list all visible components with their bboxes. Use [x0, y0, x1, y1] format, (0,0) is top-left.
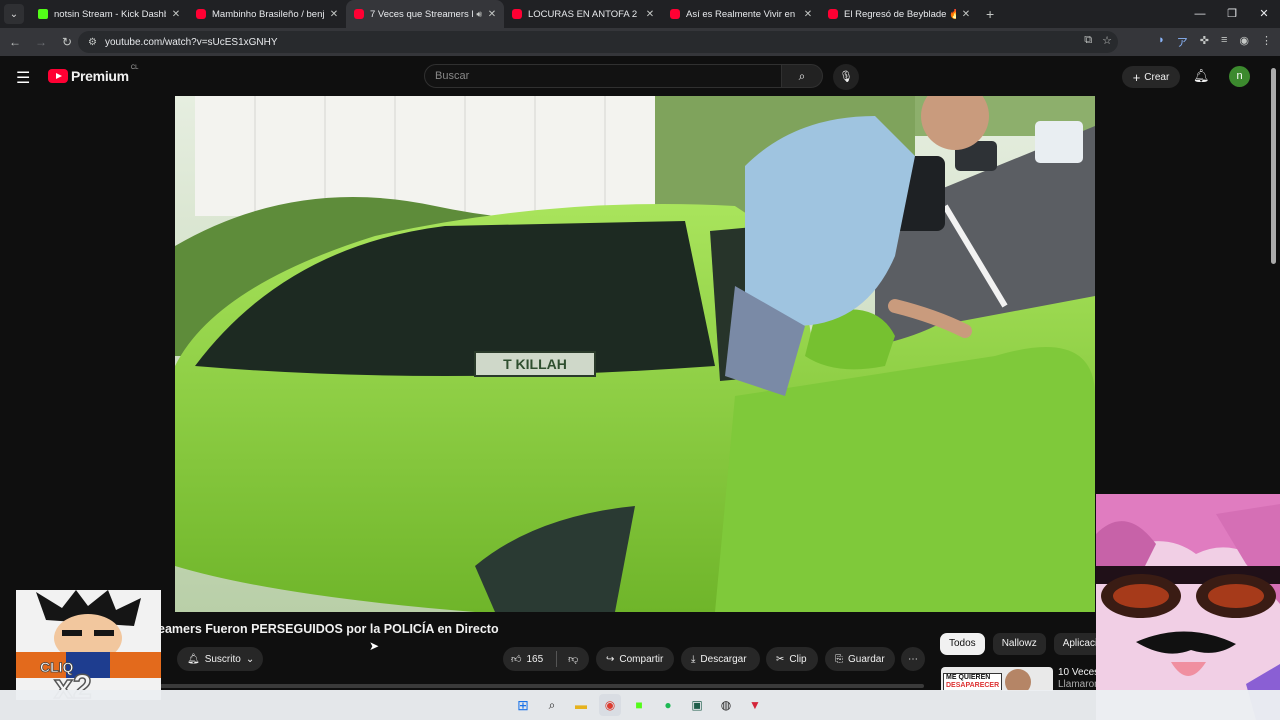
youtube-icon: [196, 9, 206, 19]
subscribed-button[interactable]: 🔔︎ Suscrito ⌄: [177, 647, 263, 671]
recommendation-chips: Todos Nallowz Aplicación: [940, 633, 1118, 655]
close-icon[interactable]: ✕: [802, 9, 814, 20]
mouse-cursor-icon: ➤: [369, 639, 380, 653]
tab-search-icon[interactable]: ⌄: [4, 4, 24, 24]
like-count: 165: [526, 653, 544, 665]
avatar[interactable]: n: [1229, 66, 1250, 87]
share-icon: ↪: [606, 653, 615, 665]
browser-tab[interactable]: Así es Realmente Vivir en Seúl ✕: [662, 0, 820, 28]
bookmark-star-icon[interactable]: ☆: [1102, 34, 1112, 47]
extensions-area: ◗ ア ✜ ≡ ◉ ⋮: [1158, 34, 1272, 50]
search-icon[interactable]: ⌕: [541, 694, 563, 716]
kebab-menu-icon[interactable]: ⋮: [1261, 34, 1272, 50]
kick-icon: [38, 9, 48, 19]
forward-icon[interactable]: →: [30, 35, 52, 49]
video-player[interactable]: T KILLAH: [175, 96, 1095, 612]
windows-start-icon[interactable]: ⊞: [512, 694, 534, 716]
valorant-icon[interactable]: ▼: [744, 694, 766, 716]
window-controls: — ❐ ✕: [1184, 0, 1280, 28]
more-actions-icon[interactable]: ⋯: [901, 647, 925, 671]
close-window-icon[interactable]: ✕: [1248, 0, 1280, 28]
media-control-icon[interactable]: ≡: [1221, 34, 1227, 50]
youtube-icon: [670, 9, 680, 19]
save-button[interactable]: ⎘ Guardar: [825, 647, 895, 671]
like-icon[interactable]: 👍︎: [511, 653, 521, 665]
video-frame: T KILLAH: [175, 96, 1095, 612]
recommended-video-thumbnail[interactable]: ME QUIEREN DESAPARECER: [941, 667, 1053, 691]
puzzle-icon[interactable]: ✜: [1200, 34, 1209, 50]
youtube-icon: [354, 9, 364, 19]
plus-icon: +: [1132, 69, 1141, 85]
scrollbar-thumb[interactable]: [1271, 68, 1276, 264]
maximize-icon[interactable]: ❐: [1216, 0, 1248, 28]
close-icon[interactable]: ✕: [644, 9, 656, 20]
close-icon[interactable]: ✕: [486, 9, 498, 20]
download-icon: ⤓: [691, 653, 696, 665]
recommended-video-title[interactable]: 10 Veces Llamaron: [1058, 667, 1100, 691]
youtube-premium-logo[interactable]: Premium CL: [48, 65, 138, 84]
speaker-icon[interactable]: 🔊︎: [476, 9, 482, 20]
video-title: eamers Fueron PERSEGUIDOS por la POLICÍA…: [158, 622, 499, 636]
browser-tab[interactable]: notsin Stream - Kick Dashboard ✕: [30, 0, 188, 28]
file-explorer-icon[interactable]: ▬: [570, 694, 592, 716]
youtube-icon: [512, 9, 522, 19]
chrome-icon[interactable]: ◉: [599, 694, 621, 716]
install-app-icon[interactable]: ⧉: [1084, 34, 1092, 47]
browser-tab[interactable]: LOCURAS EN ANTOFA 2 🤯 PAR ✕: [504, 0, 662, 28]
site-info-icon[interactable]: ⚙︎: [88, 37, 97, 48]
create-button[interactable]: + Crear: [1122, 66, 1180, 88]
youtube-header: ☰ Premium CL Buscar ⌕ 🎙︎ + Crear 🔔︎ n: [0, 56, 1280, 96]
close-icon[interactable]: ✕: [170, 9, 182, 20]
browser-tab[interactable]: El Regresó de Beyblade 🔥 His ✕: [820, 0, 978, 28]
translate-extension-icon[interactable]: ア: [1177, 34, 1188, 50]
back-icon[interactable]: ←: [4, 35, 26, 49]
profile-icon[interactable]: ◉: [1239, 34, 1249, 50]
goku-overlay-image: CLIQ x2: [16, 590, 161, 700]
chevron-down-icon: ⌄: [245, 653, 255, 665]
reload-icon[interactable]: ↻: [56, 35, 78, 49]
close-icon[interactable]: ✕: [328, 9, 340, 20]
bell-icon: 🔔︎: [187, 653, 200, 665]
obs-icon[interactable]: ◍: [715, 694, 737, 716]
like-dislike-group: 👍︎ 165 👎︎: [503, 647, 589, 671]
browser-tab[interactable]: Mambinho Brasileño / benjitalk ✕: [188, 0, 346, 28]
chip-nallowz[interactable]: Nallowz: [992, 633, 1046, 655]
clip-button[interactable]: ✂ Clip: [766, 647, 818, 671]
description-box-edge: [160, 684, 924, 688]
browser-toolbar: ← → ↻ ⚙︎ youtube.com/watch?v=sUcES1xGNHY…: [0, 28, 1280, 56]
kick-app-icon[interactable]: ■: [628, 694, 650, 716]
microphone-icon[interactable]: 🎙︎: [833, 64, 859, 90]
notifications-bell-icon[interactable]: 🔔︎: [1193, 68, 1210, 84]
license-plate-text: T KILLAH: [503, 356, 567, 372]
download-button[interactable]: ⤓ Descargar: [681, 647, 760, 671]
browser-tabstrip: ⌄ notsin Stream - Kick Dashboard ✕ Mambi…: [0, 0, 1280, 28]
youtube-icon: [828, 9, 838, 19]
windows-taskbar: ⊞ ⌕ ▬ ◉ ■ ● ▣ ◍ ▼: [0, 690, 1280, 720]
vtuber-overlay-image: [1096, 494, 1280, 720]
chip-todos[interactable]: Todos: [940, 633, 985, 655]
minimize-icon[interactable]: —: [1184, 0, 1216, 28]
browser-tab-active[interactable]: 7 Veces que Streamers Fueron 🔊︎ ✕: [346, 0, 504, 28]
scissors-icon: ✂: [776, 653, 785, 665]
search-input[interactable]: Buscar: [424, 64, 782, 88]
close-icon[interactable]: ✕: [960, 9, 972, 20]
terminal-icon[interactable]: ▣: [686, 694, 708, 716]
extension-icon[interactable]: ◗: [1158, 34, 1165, 50]
youtube-play-icon: [48, 69, 68, 83]
new-tab-icon[interactable]: +: [986, 6, 994, 22]
address-bar[interactable]: ⚙︎ youtube.com/watch?v=sUcES1xGNHY ⧉ ☆: [78, 31, 1118, 53]
hamburger-menu-icon[interactable]: ☰: [16, 68, 30, 88]
spotify-icon[interactable]: ●: [657, 694, 679, 716]
url-text: youtube.com/watch?v=sUcES1xGNHY: [104, 36, 278, 48]
share-button[interactable]: ↪ Compartir: [596, 647, 674, 671]
dislike-icon[interactable]: 👎︎: [568, 653, 578, 665]
bookmark-icon: ⎘: [835, 653, 843, 665]
search-icon[interactable]: ⌕: [781, 64, 823, 88]
